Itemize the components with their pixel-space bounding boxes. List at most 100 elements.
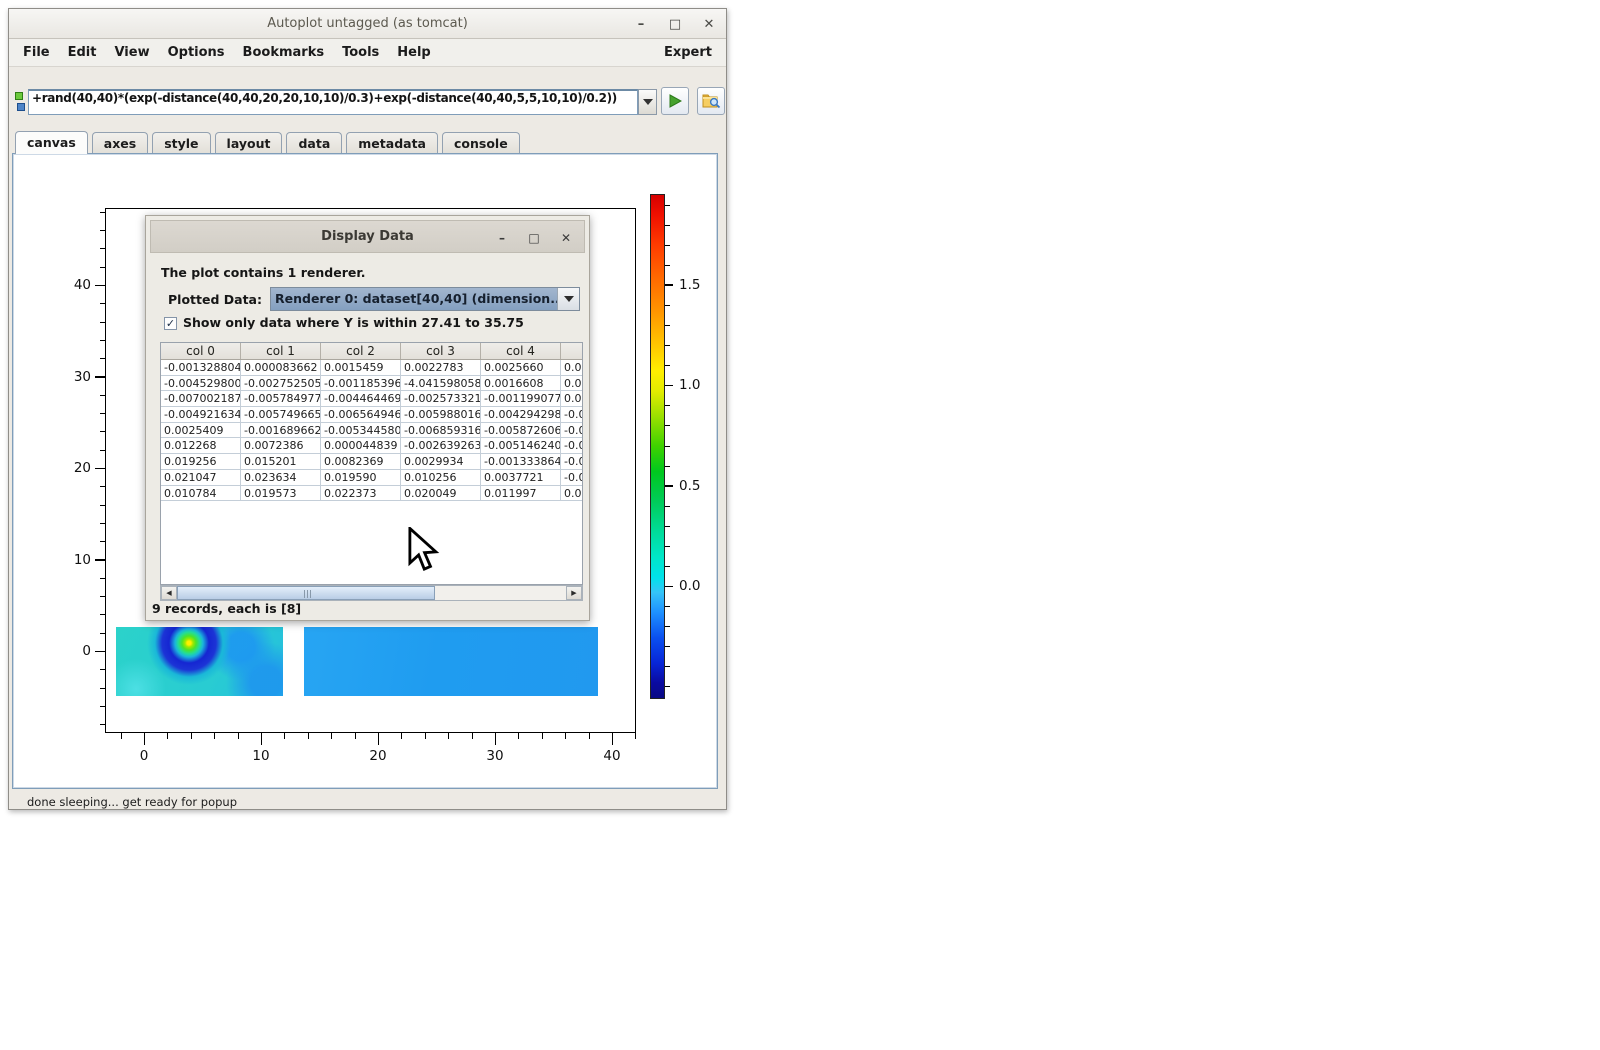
table-cell: 0.0025409 — [161, 423, 241, 438]
column-header[interactable]: col 1 — [241, 343, 321, 359]
menu-item-tools[interactable]: Tools — [333, 39, 388, 67]
uri-address-input[interactable]: +rand(40,40)*(exp(-distance(40,40,20,20,… — [28, 89, 638, 115]
table-cell: 0.010784 — [161, 486, 241, 501]
y-minor-tick — [100, 322, 105, 323]
colorbar[interactable] — [650, 194, 665, 699]
column-header[interactable]: col 0 — [161, 343, 241, 359]
x-major-tick — [378, 733, 380, 745]
colorbar-minor-tick — [665, 345, 670, 346]
table-cell: -0.005344580... — [321, 423, 401, 438]
menu-item-view[interactable]: View — [105, 39, 158, 67]
colorbar-minor-tick — [665, 686, 670, 687]
column-header[interactable]: col 3 — [401, 343, 481, 359]
dialog-titlebar[interactable]: Display Data – □ ✕ — [150, 220, 585, 253]
y-minor-tick — [100, 486, 105, 487]
x-minor-tick — [308, 733, 309, 739]
data-table[interactable]: col 0col 1col 2col 3col 4 -0.001328804..… — [160, 342, 583, 585]
menu-item-help[interactable]: Help — [388, 39, 439, 67]
y-minor-tick — [100, 267, 105, 268]
x-minor-tick — [472, 733, 473, 739]
address-dropdown-button[interactable] — [638, 89, 657, 115]
scrollbar-thumb[interactable] — [177, 586, 435, 600]
tab-style[interactable]: style — [152, 132, 210, 154]
table-cell: 0.00 — [561, 376, 583, 391]
menu-item-expert[interactable]: Expert — [664, 39, 712, 67]
dialog-maximize-icon[interactable]: □ — [528, 231, 540, 245]
y-major-tick — [95, 651, 105, 653]
x-tick-label: 10 — [245, 748, 277, 764]
y-minor-tick — [100, 541, 105, 542]
y-minor-tick — [100, 596, 105, 597]
minimize-icon[interactable]: – — [634, 17, 648, 32]
column-header[interactable]: col 4 — [481, 343, 561, 359]
menu-item-bookmarks[interactable]: Bookmarks — [234, 39, 334, 67]
autoplot-window: Autoplot untagged (as tomcat) – □ ✕ File… — [8, 8, 727, 810]
scrollbar-track[interactable] — [177, 586, 566, 600]
colorbar-minor-tick — [665, 626, 670, 627]
combobox-arrow-button[interactable] — [557, 288, 579, 310]
filter-checkbox-label: Show only data where Y is within 27.41 t… — [183, 315, 524, 330]
y-minor-tick — [100, 395, 105, 396]
colorbar-tick-label: 1.5 — [679, 277, 713, 293]
close-icon[interactable]: ✕ — [702, 17, 716, 32]
table-cell: -0.002573321... — [401, 391, 481, 406]
y-minor-tick — [100, 578, 105, 579]
table-row[interactable]: -0.004529800...-0.002752505...-0.0011853… — [161, 376, 582, 392]
dialog-close-icon[interactable]: ✕ — [560, 231, 572, 245]
column-header[interactable]: col 2 — [321, 343, 401, 359]
colorbar-minor-tick — [665, 365, 670, 366]
plotted-data-value: Renderer 0: dataset[40,40] (dimension... — [271, 288, 557, 310]
table-cell: 0.00 — [561, 486, 583, 501]
tab-canvas[interactable]: canvas — [15, 131, 88, 154]
scroll-right-arrow[interactable]: ▶ — [566, 586, 582, 600]
table-cell: 0.000044839 — [321, 438, 401, 453]
table-cell: 0.019573 — [241, 486, 321, 501]
table-row[interactable]: 0.0107840.0195730.0223730.0200490.011997… — [161, 486, 582, 502]
table-row[interactable]: 0.0025409-0.001689662...-0.005344580...-… — [161, 423, 582, 439]
colorbar-tick-label: 0.5 — [679, 478, 713, 494]
table-row[interactable]: 0.0192560.0152010.00823690.0029934-0.001… — [161, 454, 582, 470]
table-row[interactable]: -0.004921634...-0.005749665...-0.0065649… — [161, 407, 582, 423]
menu-item-options[interactable]: Options — [159, 39, 234, 67]
tab-metadata[interactable]: metadata — [346, 132, 438, 154]
x-major-tick — [495, 733, 497, 745]
horizontal-scrollbar[interactable]: ◀ ▶ — [160, 585, 583, 601]
inspect-file-button[interactable] — [697, 87, 725, 115]
colorbar-minor-tick — [665, 325, 670, 326]
menu-item-file[interactable]: File — [9, 39, 59, 67]
x-minor-tick — [425, 733, 426, 739]
table-cell: -0.005872606... — [481, 423, 561, 438]
column-header[interactable] — [561, 343, 583, 359]
table-cell: -0.001333864... — [481, 454, 561, 469]
spectrogram-strip-left — [116, 627, 283, 696]
tab-console[interactable]: console — [442, 132, 520, 154]
table-row[interactable]: -0.007002187...-0.005784977...-0.0044644… — [161, 391, 582, 407]
x-minor-tick — [331, 733, 332, 739]
tab-layout[interactable]: layout — [215, 132, 283, 154]
plotted-data-combobox[interactable]: Renderer 0: dataset[40,40] (dimension... — [270, 287, 580, 311]
maximize-icon[interactable]: □ — [668, 17, 682, 32]
scroll-left-arrow[interactable]: ◀ — [161, 586, 177, 600]
go-button[interactable] — [661, 87, 689, 115]
x-minor-tick — [589, 733, 590, 739]
plot-canvas[interactable]: 0102030400102030401.51.00.50.0 Display D… — [12, 153, 718, 789]
menu-item-edit[interactable]: Edit — [59, 39, 106, 67]
colorbar-minor-tick — [665, 666, 670, 667]
table-cell: 0.019256 — [161, 454, 241, 469]
tab-axes[interactable]: axes — [92, 132, 148, 154]
status-message: done sleeping... get ready for popup — [27, 795, 237, 809]
table-row[interactable]: 0.0122680.00723860.000044839-0.002639263… — [161, 438, 582, 454]
y-minor-tick — [100, 688, 105, 689]
colorbar-major-tick — [665, 284, 673, 286]
dialog-minimize-icon[interactable]: – — [496, 231, 508, 245]
window-titlebar[interactable]: Autoplot untagged (as tomcat) – □ ✕ — [9, 9, 726, 39]
table-body: -0.001328804...0.0000836620.00154590.002… — [161, 360, 582, 501]
table-cell: 0.0037721 — [481, 470, 561, 485]
x-major-tick — [144, 733, 146, 745]
table-row[interactable]: 0.0210470.0236340.0195900.0102560.003772… — [161, 470, 582, 486]
tab-data[interactable]: data — [286, 132, 342, 154]
table-cell: -0.001199077... — [481, 391, 561, 406]
filter-checkbox[interactable]: ✓ — [164, 317, 177, 330]
table-row[interactable]: -0.001328804...0.0000836620.00154590.002… — [161, 360, 582, 376]
colorbar-minor-tick — [665, 205, 670, 206]
